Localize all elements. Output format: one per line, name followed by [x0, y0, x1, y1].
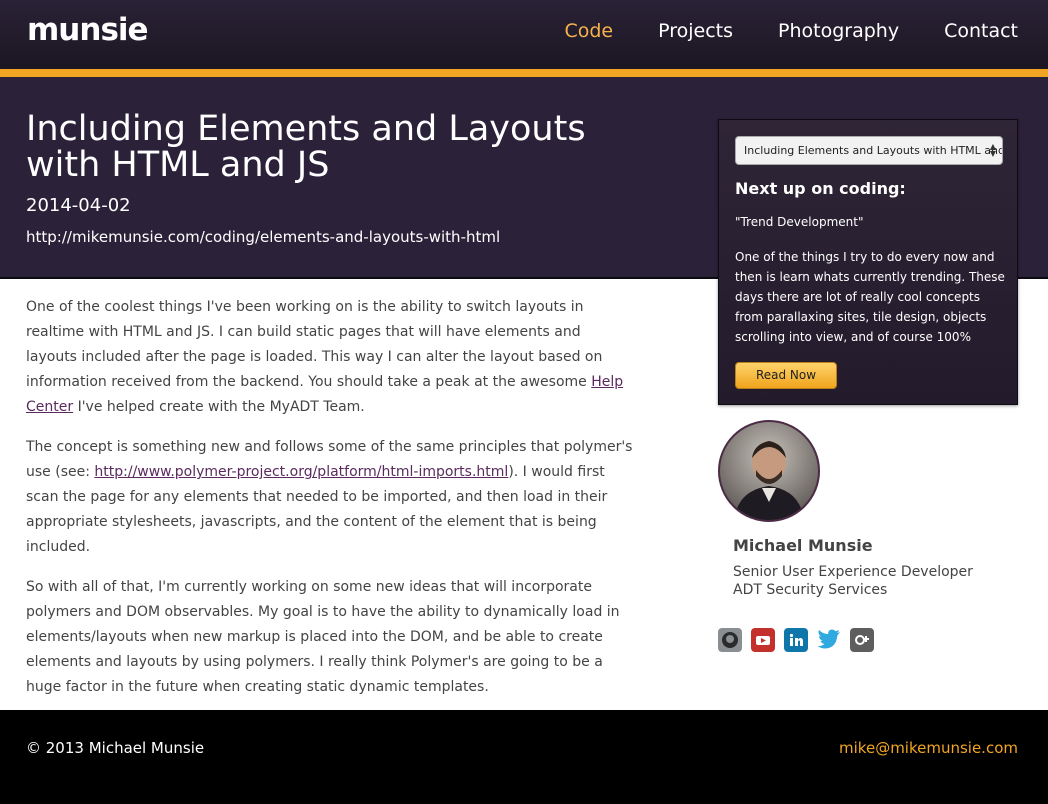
footer-copyright: © 2013 Michael Munsie: [26, 739, 205, 757]
google-plus-icon[interactable]: [850, 628, 874, 652]
read-now-button[interactable]: Read Now: [735, 362, 837, 389]
nav-photography[interactable]: Photography: [778, 19, 899, 43]
nav-code[interactable]: Code: [564, 19, 613, 43]
social-links: [718, 628, 874, 652]
next-up-title: "Trend Development": [735, 215, 864, 229]
site-logo[interactable]: munsie: [27, 14, 149, 46]
article-body: One of the coolest things I've been work…: [26, 295, 636, 715]
linkedin-icon[interactable]: [784, 628, 808, 652]
avatar: [718, 420, 820, 522]
post-select[interactable]: Including Elements and Layouts with HTML…: [735, 136, 1003, 165]
next-up-panel: Including Elements and Layouts with HTML…: [718, 119, 1018, 405]
twitter-icon[interactable]: [817, 628, 841, 652]
paragraph-text: I've helped create with the MyADT Team.: [73, 399, 365, 415]
avatar-portrait-icon: [734, 441, 804, 520]
page-title: Including Elements and Layouts with HTML…: [26, 109, 586, 185]
github-icon[interactable]: [718, 628, 742, 652]
article-paragraph: So with all of that, I'm currently worki…: [26, 579, 620, 695]
next-up-heading: Next up on coding:: [735, 179, 906, 198]
polymer-link[interactable]: http://www.polymer-project.org/platform/…: [94, 464, 508, 480]
post-url: http://mikemunsie.com/coding/elements-an…: [26, 228, 501, 246]
nav-contact[interactable]: Contact: [944, 19, 1018, 43]
profile-company: ADT Security Services: [733, 582, 888, 598]
top-bar: munsie Code Projects Photography Contact: [0, 0, 1048, 69]
article-paragraph: One of the coolest things I've been work…: [26, 295, 636, 420]
select-arrows-icon: ▲ ▼: [989, 142, 996, 158]
profile-name: Michael Munsie: [733, 536, 873, 555]
footer-email-link[interactable]: mike@mikemunsie.com: [839, 738, 1018, 758]
article-paragraph: The concept is something new and follows…: [26, 435, 636, 560]
paragraph-text: One of the coolest things I've been work…: [26, 299, 603, 390]
nav-projects[interactable]: Projects: [658, 19, 733, 43]
post-select-value: Including Elements and Layouts with HTML…: [744, 144, 1003, 157]
profile-role: Senior User Experience Developer: [733, 564, 973, 580]
post-date: 2014-04-02: [26, 195, 131, 216]
next-up-excerpt: One of the things I try to do every now …: [735, 250, 1005, 344]
youtube-icon[interactable]: [751, 628, 775, 652]
accent-stripe: [0, 69, 1048, 77]
main-nav: Code Projects Photography Contact: [564, 19, 1018, 43]
